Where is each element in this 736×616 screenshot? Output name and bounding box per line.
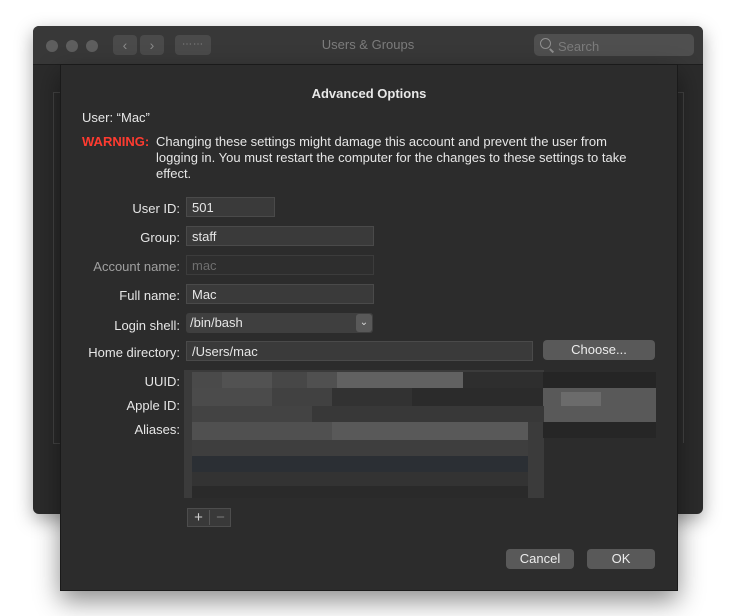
group-label: Group: — [140, 230, 180, 245]
account-name-field — [186, 255, 374, 275]
minus-icon: − — [216, 509, 225, 526]
sheet-title: Advanced Options — [311, 86, 427, 101]
add-remove-control: + − — [187, 508, 231, 527]
aliases-label: Aliases: — [134, 422, 180, 437]
remove-alias-button[interactable]: − — [210, 509, 231, 526]
warning-text: Changing these settings might damage thi… — [156, 134, 627, 181]
ok-button[interactable]: OK — [587, 549, 655, 569]
advanced-options-sheet: Advanced Options User: “Mac” WARNING: Ch… — [60, 64, 678, 591]
user-name-line: User: “Mac” — [82, 110, 150, 125]
user-id-label: User ID: — [132, 201, 180, 216]
cancel-button[interactable]: Cancel — [506, 549, 574, 569]
account-name-label: Account name: — [93, 259, 180, 274]
apple-id-label: Apple ID: — [126, 398, 180, 413]
warning-label: WARNING: — [82, 134, 150, 149]
login-shell-label: Login shell: — [114, 318, 180, 333]
search-field[interactable] — [534, 34, 694, 56]
search-input[interactable] — [556, 36, 690, 56]
full-name-label: Full name: — [119, 288, 180, 303]
search-icon — [540, 38, 551, 49]
login-shell-value: /bin/bash — [190, 315, 243, 330]
uuid-label: UUID: — [144, 374, 180, 389]
user-id-field[interactable] — [186, 197, 275, 217]
chevron-down-icon: ⌄ — [356, 314, 372, 332]
window-titlebar: ‹ › ⋯⋯ Users & Groups — [33, 26, 703, 65]
plus-icon: + — [194, 509, 203, 526]
choose-button[interactable]: Choose... — [543, 340, 655, 360]
login-shell-popup[interactable]: /bin/bash ⌄ — [186, 313, 373, 333]
home-directory-field[interactable] — [186, 341, 533, 361]
home-directory-label: Home directory: — [88, 345, 180, 360]
group-field[interactable] — [186, 226, 374, 246]
add-alias-button[interactable]: + — [188, 509, 209, 526]
full-name-field[interactable] — [186, 284, 374, 304]
